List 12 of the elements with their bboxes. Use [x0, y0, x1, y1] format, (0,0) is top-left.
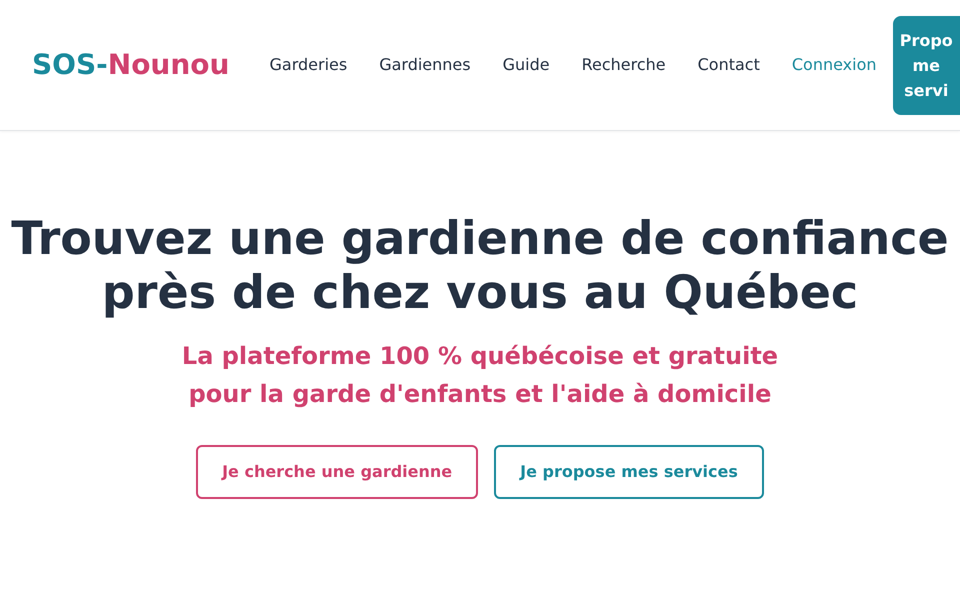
offer-services-button[interactable]: Propo me servi — [892, 16, 960, 114]
nav-link[interactable]: Recherche — [582, 53, 666, 77]
nav-link[interactable]: Gardiennes — [379, 53, 471, 77]
site-logo[interactable]: SOS-Nounou — [32, 44, 230, 86]
nav-link[interactable]: Contact — [698, 53, 760, 77]
nav-link[interactable]: Guide — [502, 53, 550, 77]
hero-button[interactable]: Je propose mes services — [494, 445, 764, 499]
hero-subtitle: La plateforme 100 % québécoise et gratuite pour la garde d'enfants et l'aide à domicile — [180, 341, 780, 410]
hero-button[interactable]: Je cherche une gardienne — [196, 445, 478, 499]
nav-link[interactable]: Garderies — [269, 53, 348, 77]
hero-heading: Trouvez une gardienne de confiance près de chez vous au Québec — [10, 211, 950, 319]
nav-link[interactable]: Connexion — [792, 53, 877, 77]
